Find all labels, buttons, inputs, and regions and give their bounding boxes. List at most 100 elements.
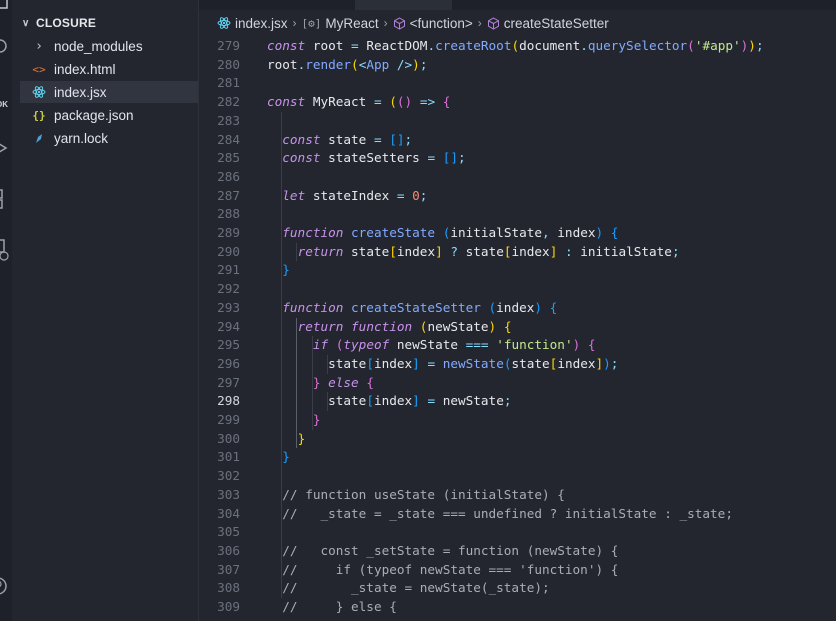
breadcrumb-item[interactable]: MyReact bbox=[325, 16, 378, 31]
code-line[interactable]: 305 bbox=[199, 523, 836, 542]
tree-item-index-jsx[interactable]: index.jsx bbox=[20, 81, 198, 103]
code-text: function createStateSetter (index) { bbox=[282, 299, 558, 315]
line-number: 301 bbox=[217, 449, 240, 465]
folder-header[interactable]: ∨ CLOSURE bbox=[22, 14, 96, 32]
yarn-icon bbox=[30, 132, 48, 144]
tree-item-label: node_modules bbox=[54, 38, 143, 54]
line-number: 288 bbox=[217, 206, 240, 222]
line-number: 294 bbox=[217, 318, 240, 334]
code-line[interactable]: 308 // _state = newState(_state); bbox=[199, 579, 836, 598]
line-number: 289 bbox=[217, 225, 240, 240]
code-text: return state[index] ? state[index] : ini… bbox=[297, 243, 680, 259]
breadcrumb-file[interactable]: index.jsx bbox=[235, 16, 288, 31]
code-line[interactable]: 291 } bbox=[199, 261, 836, 280]
code-line[interactable]: 304 // _state = _state === undefined ? i… bbox=[199, 505, 836, 524]
code-text: // _state = newState(_state); bbox=[282, 580, 550, 596]
code-line[interactable]: 287 let stateIndex = 0; bbox=[199, 187, 836, 206]
line-number: 295 bbox=[217, 337, 240, 353]
line-number: 303 bbox=[217, 486, 240, 502]
extensions-icon[interactable] bbox=[0, 188, 10, 209]
code-line[interactable]: 297 } else { bbox=[199, 374, 836, 393]
line-number: 297 bbox=[217, 374, 240, 390]
chevron-right-icon: › bbox=[35, 38, 43, 54]
chevron-right-icon: › bbox=[477, 16, 482, 30]
code-line[interactable]: 284 const state = []; bbox=[199, 131, 836, 150]
account-icon[interactable] bbox=[0, 576, 10, 595]
line-number: 304 bbox=[217, 505, 240, 521]
code-line[interactable]: 290 return state[index] ? state[index] :… bbox=[199, 243, 836, 262]
breadcrumb-item[interactable]: <function> bbox=[410, 16, 473, 31]
code-line[interactable]: 296 state[index] = newState(state[index]… bbox=[199, 355, 836, 374]
code-text: state[index] = newState; bbox=[328, 393, 512, 409]
code-line[interactable]: 282 const MyReact = (() => { bbox=[199, 93, 836, 112]
tree-item-label: index.html bbox=[54, 61, 116, 77]
code-line[interactable]: 309 // } else { bbox=[199, 598, 836, 617]
line-number: 309 bbox=[217, 599, 240, 614]
activity-bar: OK bbox=[0, 0, 12, 621]
code-line[interactable]: 279 const root = ReactDOM.createRoot(docu… bbox=[199, 37, 836, 56]
line-number: 308 bbox=[217, 580, 240, 596]
code-text: } bbox=[297, 430, 306, 446]
code-editor[interactable]: 279 const root = ReactDOM.createRoot(docu… bbox=[199, 37, 836, 621]
react-icon bbox=[30, 85, 48, 99]
code-text: // if (typeof newState === 'function') { bbox=[282, 561, 619, 577]
code-text: function createState (initialState, inde… bbox=[282, 225, 619, 240]
line-number: 284 bbox=[217, 131, 240, 147]
remote-icon[interactable] bbox=[0, 238, 10, 261]
code-line[interactable]: 281 bbox=[199, 74, 836, 93]
line-number: 280 bbox=[217, 56, 240, 72]
code-text: } bbox=[312, 412, 321, 427]
chevron-right-icon: › bbox=[383, 16, 388, 30]
line-number: 302 bbox=[217, 468, 240, 484]
search-icon[interactable] bbox=[0, 38, 10, 54]
code-text: return function (newState) { bbox=[297, 318, 512, 334]
tree-item-index-html[interactable]: <> index.html bbox=[20, 58, 198, 80]
code-line[interactable]: 295 if (typeof newState === 'function') … bbox=[199, 336, 836, 355]
line-number: 306 bbox=[217, 542, 240, 558]
line-number: 291 bbox=[217, 262, 240, 278]
tab-strip bbox=[199, 0, 836, 10]
code-line[interactable]: 307 // if (typeof newState === 'function… bbox=[199, 561, 836, 580]
line-number: 287 bbox=[217, 187, 240, 203]
folder-title: CLOSURE bbox=[36, 16, 97, 30]
chevron-right-icon: › bbox=[292, 16, 297, 30]
line-number: 283 bbox=[217, 112, 240, 128]
code-text: if (typeof newState === 'function') { bbox=[312, 337, 596, 353]
code-line[interactable]: 301 } bbox=[199, 448, 836, 467]
code-line[interactable]: 303 // function useState (initialState) … bbox=[199, 486, 836, 505]
code-line[interactable]: 286 bbox=[199, 168, 836, 187]
code-line[interactable]: 299 } bbox=[199, 411, 836, 430]
code-line[interactable]: 298 state[index] = newState; bbox=[199, 392, 836, 411]
code-line[interactable]: 289 function createState (initialState, … bbox=[199, 224, 836, 243]
code-text: } bbox=[282, 449, 290, 465]
code-line[interactable]: 280 root.render(<App />); bbox=[199, 56, 836, 75]
code-line[interactable]: 306 // const _setState = function (newSt… bbox=[199, 542, 836, 561]
line-number: 307 bbox=[217, 561, 240, 577]
activity-label: OK bbox=[0, 100, 8, 109]
code-line[interactable]: 294 return function (newState) { bbox=[199, 318, 836, 337]
breadcrumb-item[interactable]: createStateSetter bbox=[504, 16, 609, 31]
run-debug-icon[interactable] bbox=[0, 140, 10, 156]
tree-item-package-json[interactable]: {} package.json bbox=[20, 104, 198, 126]
code-line[interactable]: 288 bbox=[199, 205, 836, 224]
line-number: 305 bbox=[217, 524, 240, 540]
code-line[interactable]: 285 const stateSetters = []; bbox=[199, 149, 836, 168]
tree-item-label: package.json bbox=[54, 107, 134, 123]
code-text: } bbox=[282, 262, 290, 278]
tree-item-yarn-lock[interactable]: yarn.lock bbox=[20, 127, 198, 149]
code-line[interactable]: 283 bbox=[199, 112, 836, 131]
tree-item-node-modules[interactable]: › node_modules bbox=[20, 35, 198, 57]
line-number: 290 bbox=[217, 243, 240, 259]
code-line[interactable]: 293 function createStateSetter (index) { bbox=[199, 299, 836, 318]
tab-index-jsx[interactable] bbox=[355, 0, 452, 10]
code-text: let stateIndex = 0; bbox=[282, 187, 428, 203]
explorer-icon[interactable] bbox=[0, 0, 10, 16]
code-text: const state = []; bbox=[282, 131, 413, 147]
code-line[interactable]: 292 bbox=[199, 280, 836, 299]
code-text: state[index] = newState(state[index]); bbox=[328, 355, 619, 371]
symbol-method-icon bbox=[393, 16, 406, 30]
code-line[interactable]: 300 } bbox=[199, 430, 836, 449]
chevron-down-icon: ∨ bbox=[22, 17, 30, 29]
code-text: // _state = _state === undefined ? initi… bbox=[282, 505, 733, 521]
code-line[interactable]: 302 bbox=[199, 467, 836, 486]
